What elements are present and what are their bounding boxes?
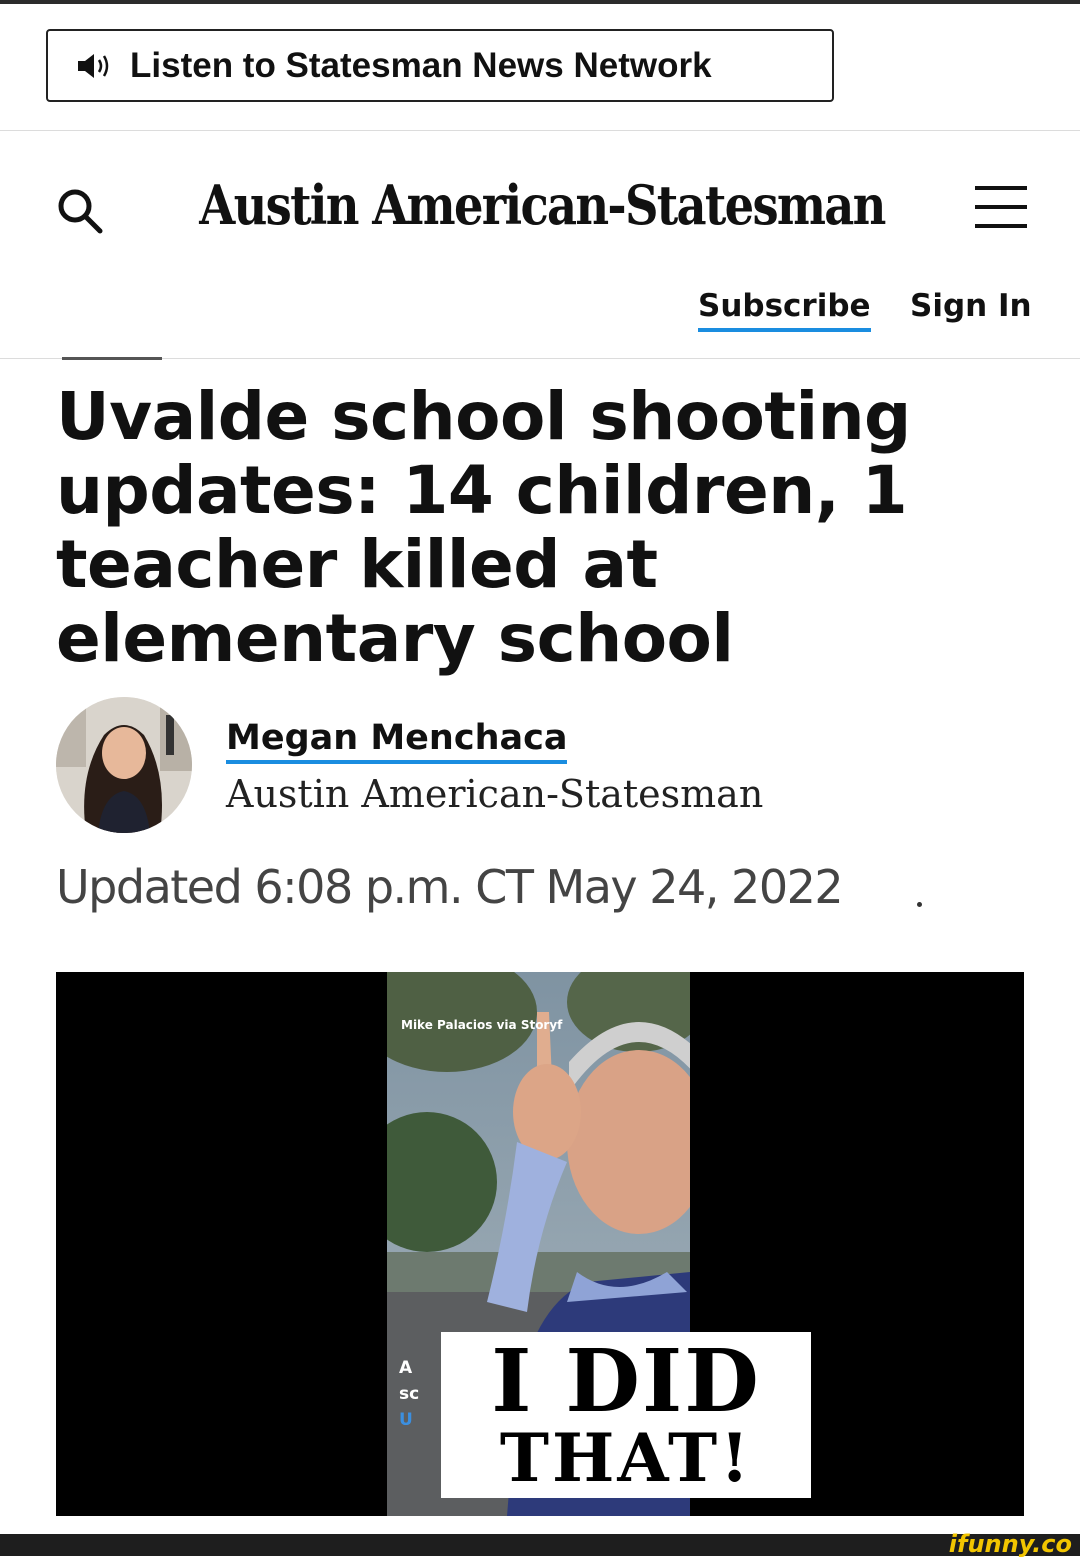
photo-credit: Mike Palacios via Storyf — [401, 1018, 563, 1032]
author-name-link[interactable]: Megan Menchaca — [226, 718, 568, 764]
caption-fragment: U — [399, 1410, 413, 1430]
caption-fragment: sc — [399, 1384, 420, 1404]
article-headline: Uvalde school shooting updates: 14 child… — [56, 378, 911, 677]
header-divider — [0, 130, 1080, 131]
updated-timestamp: Updated 6:08 p.m. CT May 24, 2022 — [56, 860, 844, 914]
top-border — [0, 0, 1080, 4]
ifunny-watermark: ifunny.co — [948, 1530, 1072, 1558]
meme-caption: I DID THAT! — [441, 1332, 811, 1498]
search-icon[interactable] — [54, 185, 106, 237]
article-video[interactable]: Mike Palacios via Storyf A sc U I DID TH… — [56, 972, 1024, 1516]
stray-dot — [917, 902, 922, 907]
hamburger-menu-icon[interactable] — [975, 186, 1027, 228]
listen-button[interactable]: Listen to Statesman News Network — [46, 29, 834, 102]
section-rule — [62, 357, 162, 360]
caption-line-2: THAT! — [499, 1419, 753, 1497]
speaker-icon — [78, 53, 109, 78]
site-logo[interactable]: Austin American-Statesman — [199, 160, 886, 250]
author-avatar[interactable] — [56, 697, 192, 833]
footer-bar — [0, 1534, 1080, 1556]
nav-divider — [0, 358, 1080, 359]
listen-button-label: Listen to Statesman News Network — [130, 45, 712, 85]
caption-fragment: A — [399, 1358, 413, 1378]
author-organization: Austin American-Statesman — [226, 772, 764, 816]
subscribe-link[interactable]: Subscribe — [698, 288, 871, 332]
sign-in-link[interactable]: Sign In — [910, 288, 1032, 324]
caption-line-1: I DID — [491, 1331, 761, 1432]
